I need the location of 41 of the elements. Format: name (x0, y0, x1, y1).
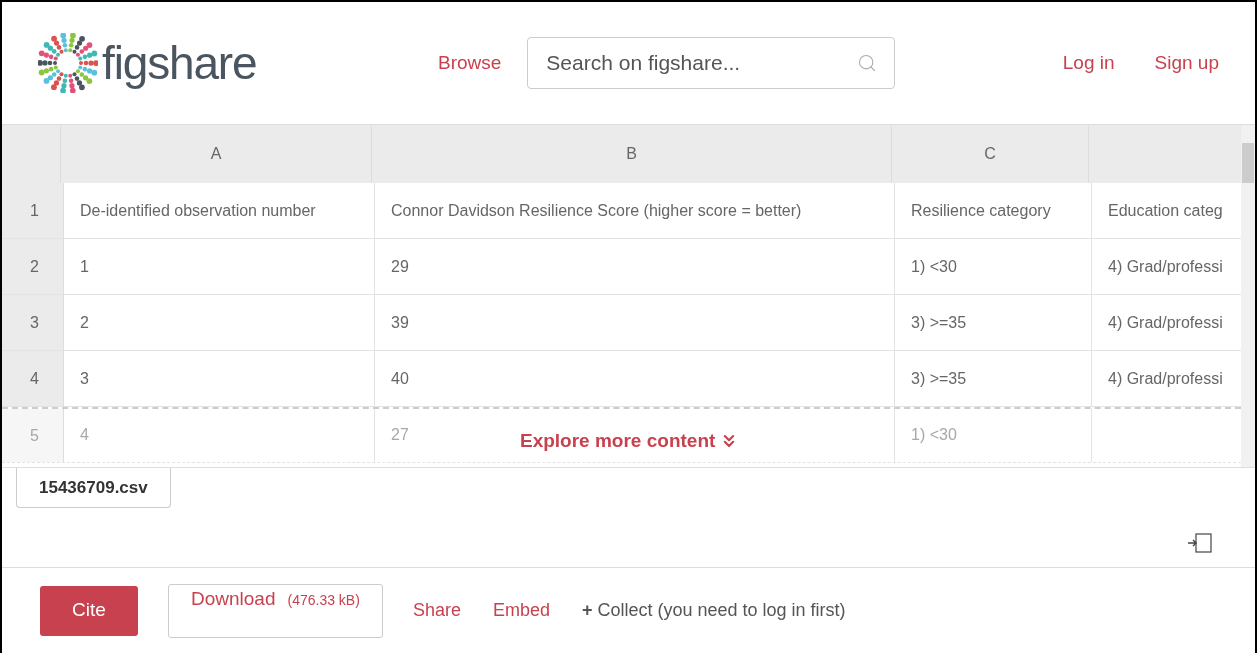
table-cell-text: 40 (391, 368, 409, 389)
table-cell-text: 4 (80, 425, 89, 445)
file-tab[interactable]: 15436709.csv (16, 468, 171, 508)
share-link[interactable]: Share (412, 597, 461, 624)
column-header: A (210, 144, 222, 164)
table-cell-text: 1) <30 (911, 256, 957, 277)
search-icon (857, 53, 878, 73)
table-cell-text: 4) Grad/professi (1108, 312, 1223, 333)
column-header: B (626, 144, 637, 164)
browse-link[interactable]: Browse (438, 48, 502, 78)
download-button[interactable]: Download (476.33 kB) (168, 583, 383, 638)
collect-link[interactable]: + Collect (you need to log in first) (581, 597, 846, 624)
table-cell-text: 27 (391, 425, 409, 445)
search-field[interactable]: Search on figshare... (527, 37, 896, 89)
table-cell-text: 4) Grad/professi (1108, 256, 1223, 277)
column-header: C (984, 144, 996, 164)
row-number: 5 (30, 425, 39, 446)
login-link[interactable]: Log in (1062, 48, 1115, 78)
table-cell-text: Connor Davidson Resilience Score (higher score = better) (391, 200, 802, 221)
expand-icon (1187, 533, 1213, 553)
table-cell-text: 4) Grad/professi (1108, 368, 1223, 389)
row-number: 4 (30, 368, 39, 389)
table-cell-text: 3 (80, 368, 89, 389)
table-cell-text: 1 (80, 256, 89, 277)
table-cell-text: 2 (80, 312, 89, 333)
explore-more-button[interactable]: Explore more content (520, 427, 740, 456)
table-cell-text: 1) <30 (911, 425, 957, 445)
table-cell-text: 3) >=35 (911, 312, 967, 333)
signup-link[interactable]: Sign up (1154, 48, 1219, 78)
embed-link[interactable]: Embed (492, 597, 550, 624)
row-number: 1 (30, 200, 39, 221)
table-cell-text: 29 (391, 256, 409, 277)
table-cell-text: 39 (391, 312, 409, 333)
logo-icon (38, 33, 98, 93)
row-number: 2 (30, 256, 39, 277)
table-cell-text: Resilience category (911, 200, 1051, 221)
table-cell-text: 3) >=35 (911, 368, 967, 389)
row-number: 3 (30, 312, 39, 333)
table-cell-text: De-identified observation number (80, 200, 316, 221)
cite-button[interactable]: Cite (40, 585, 138, 636)
table-cell-text: Education categ (1108, 200, 1223, 221)
